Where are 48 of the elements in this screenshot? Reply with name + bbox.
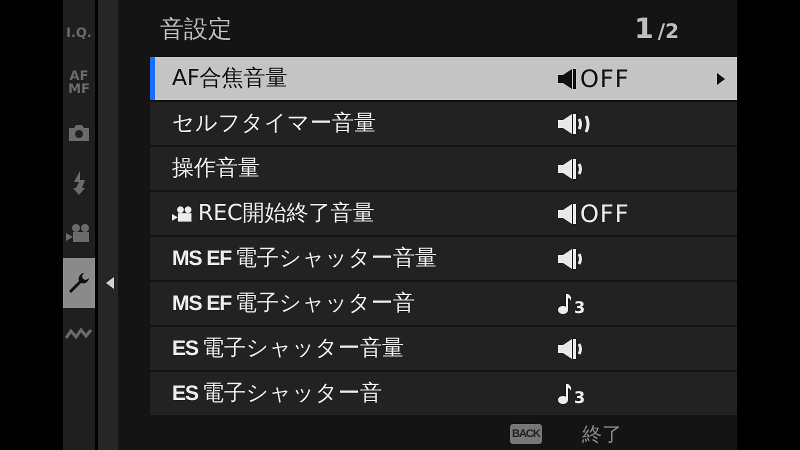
menu-row[interactable]: セルフタイマー音量 (150, 102, 737, 145)
menu-row[interactable]: 操作音量 (150, 147, 737, 190)
speaker-icon (558, 68, 578, 90)
flash-icon (71, 171, 87, 195)
mode-prefix: ES (172, 336, 198, 362)
page-number: 1 (634, 10, 654, 46)
row-label: セルフタイマー音量 (172, 110, 376, 138)
speaker-icon (558, 158, 584, 180)
movie-camera-icon (66, 223, 92, 243)
mode-prefix: MS EF (172, 290, 232, 317)
setting-value: OFF (580, 198, 630, 230)
menu-row[interactable]: MS EF 電子シャッター音 3 (150, 282, 737, 325)
mode-prefix: ES (172, 380, 198, 407)
menu-row[interactable]: REC開始終了音量 OFF (150, 192, 737, 235)
page-total: /2 (658, 18, 679, 44)
camera-icon (67, 123, 91, 143)
setting-value: OFF (580, 64, 630, 94)
music-note-icon (558, 382, 572, 404)
mode-prefix: MS EF (172, 246, 232, 272)
tab-label: I.Q. (65, 26, 93, 40)
menu-row[interactable]: ES 電子シャッター音 3 (150, 372, 737, 415)
row-label: 操作音量 (172, 155, 260, 183)
exit-label: 終了 (582, 420, 622, 448)
speaker-icon (558, 202, 578, 224)
setting-value: 3 (574, 296, 586, 318)
left-arrow-icon (106, 277, 114, 289)
menu-row[interactable]: ES 電子シャッター音量 (150, 327, 737, 370)
row-label: 電子シャッター音 (202, 380, 382, 408)
row-label: 電子シャッター音量 (202, 335, 404, 363)
menu-title: 音設定 (160, 14, 232, 44)
speaker-icon (558, 112, 592, 134)
right-arrow-icon (717, 72, 725, 84)
row-label: REC開始終了音量 (198, 200, 375, 228)
speaker-icon (558, 338, 584, 360)
back-key: BACK (510, 424, 542, 444)
menu-row[interactable]: MS EF 電子シャッター音量 (150, 237, 737, 280)
selection-bar (150, 57, 155, 100)
speaker-icon (558, 248, 584, 270)
row-label: AF合焦音量 (172, 65, 288, 93)
row-label: 電子シャッター音量 (235, 245, 438, 273)
tab-label: AF MF (67, 70, 91, 96)
menu-row[interactable]: AF合焦音量 OFF (150, 57, 737, 100)
connection-icon (65, 326, 93, 340)
wrench-icon (67, 271, 91, 295)
row-label: 電子シャッター音 (235, 290, 416, 318)
setting-value: 3 (574, 386, 586, 408)
menu-tab[interactable] (63, 258, 95, 308)
music-note-icon (558, 292, 572, 314)
